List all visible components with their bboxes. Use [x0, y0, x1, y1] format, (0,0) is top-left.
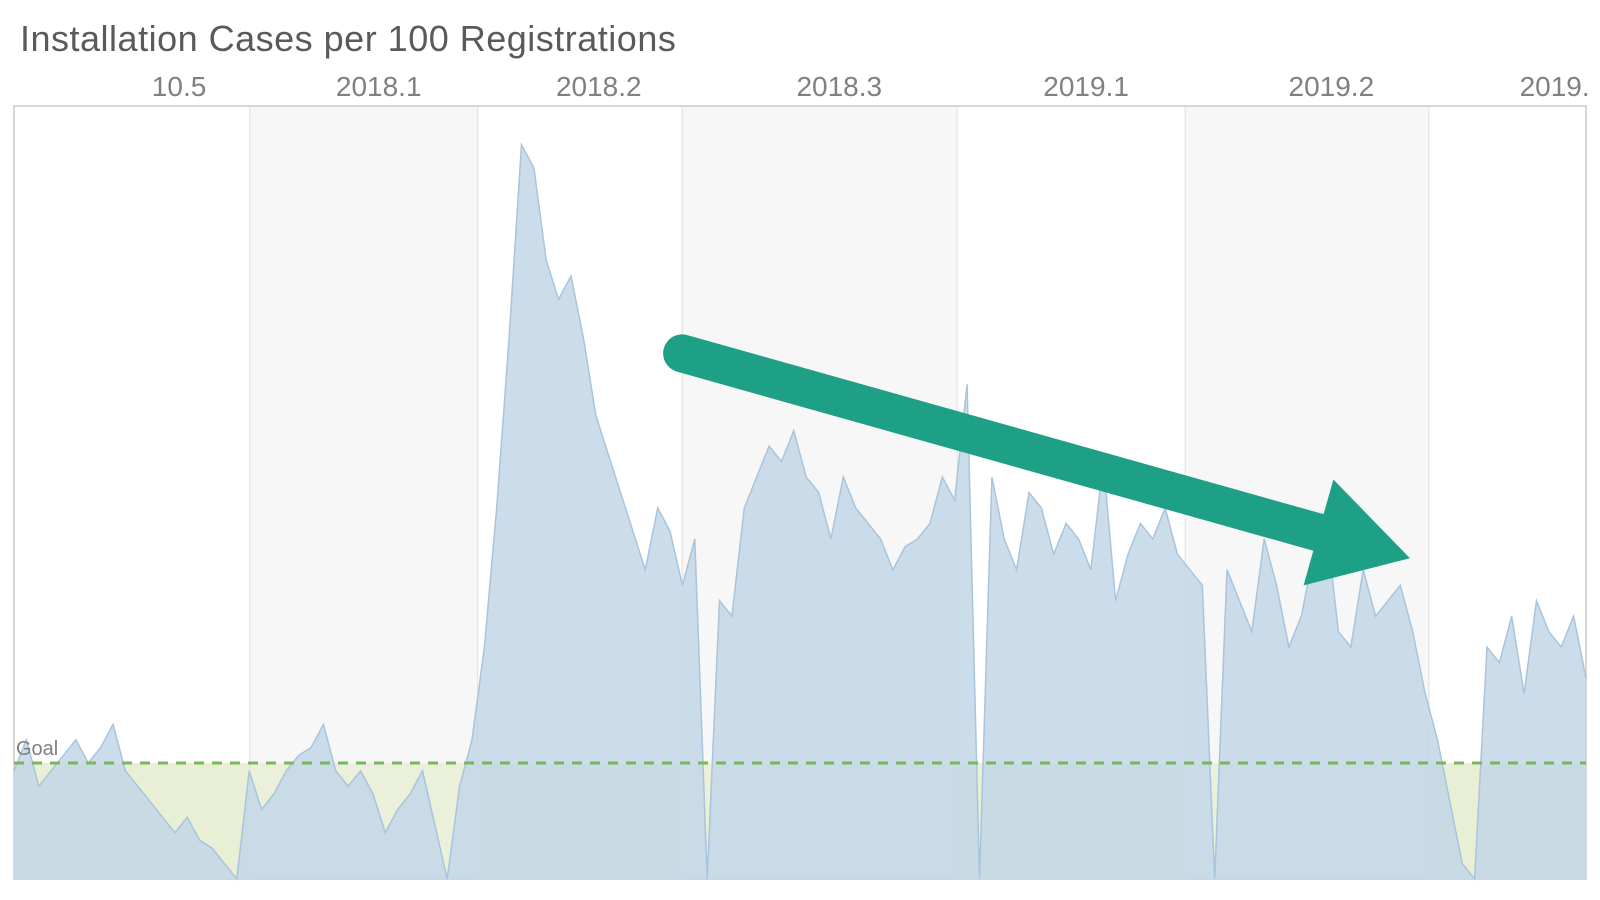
x-tick-label: 2019.2	[1289, 71, 1375, 102]
chart-title: Installation Cases per 100 Registrations	[0, 0, 1600, 68]
x-tick-label: 2018.2	[556, 71, 642, 102]
chart-container: Goal 10.5 2018.1 2018.2 2018.3 2019.1 2019.2 20…	[10, 68, 1590, 883]
area-chart: Goal 10.5 2018.1 2018.2 2018.3 2019.1 2019.2 20…	[10, 68, 1590, 883]
x-tick-label: 2018.3	[796, 71, 882, 102]
x-tick-label: 10.5	[152, 71, 207, 102]
x-tick-label: 2019.1	[1043, 71, 1129, 102]
goal-label: Goal	[16, 738, 58, 760]
x-tick-label: 2019.3	[1520, 71, 1590, 102]
x-tick-label: 2018.1	[336, 71, 422, 102]
